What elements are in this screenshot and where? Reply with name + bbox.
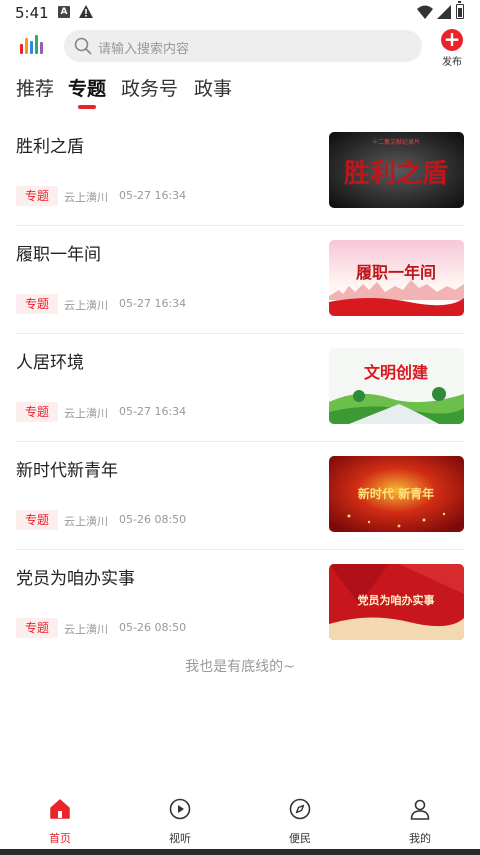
- topic-tag: 专题: [16, 618, 58, 638]
- article-source: 云上潢川: [64, 407, 108, 420]
- nav-home-label: 首页: [49, 832, 71, 845]
- article-title: 新时代新青年: [16, 461, 118, 481]
- article-source: 云上潢川: [64, 191, 108, 204]
- end-of-list-text: 我也是有底线的~: [185, 659, 295, 675]
- play-icon: [169, 798, 191, 820]
- nav-profile[interactable]: 我的: [390, 796, 450, 845]
- home-icon: [50, 799, 70, 819]
- list-item[interactable]: 胜利之盾 专题 云上潢川 05-27 16:34 十二集文献纪录片 胜利之盾: [0, 118, 480, 226]
- article-title: 人居环境: [16, 353, 84, 373]
- nav-media-label: 视听: [169, 832, 191, 845]
- compass-icon: [289, 798, 311, 820]
- article-time: 05-26 08:50: [119, 513, 187, 526]
- thumbnail-text: 党员为咱办实事: [358, 593, 435, 607]
- topic-tag: 专题: [16, 510, 58, 530]
- list-item[interactable]: 履职一年间 专题 云上潢川 05-27 16:34 履职一年间: [0, 226, 480, 334]
- article-time: 05-27 16:34: [119, 405, 187, 418]
- tab-recommend[interactable]: 推荐: [16, 74, 54, 101]
- article-thumbnail[interactable]: 履职一年间: [329, 240, 464, 316]
- category-tabs: 推荐 专题 政务号 政事: [0, 72, 480, 112]
- article-title: 党员为咱办实事: [16, 569, 135, 589]
- article-thumbnail[interactable]: 十二集文献纪录片 胜利之盾: [329, 132, 464, 208]
- thumbnail-text: 胜利之盾: [344, 158, 448, 189]
- article-title: 履职一年间: [16, 245, 101, 265]
- article-source: 云上潢川: [64, 515, 108, 528]
- article-thumbnail[interactable]: 文明创建: [329, 348, 464, 424]
- wifi-icon: [417, 5, 433, 19]
- bottom-navigation: 首页 视听 便民 我的: [0, 790, 480, 846]
- nav-profile-label: 我的: [409, 832, 431, 845]
- signal-icon: [437, 5, 451, 19]
- article-time: 05-27 16:34: [119, 189, 187, 202]
- list-item[interactable]: 人居环境 专题 云上潢川 05-27 16:34 文明创建: [0, 334, 480, 442]
- search-placeholder: 请输入搜索内容: [98, 42, 190, 57]
- article-thumbnail[interactable]: 党员为咱办实事: [329, 564, 464, 640]
- system-home-bar: [0, 849, 480, 855]
- thumbnail-text: 文明创建: [364, 363, 428, 382]
- publish-button[interactable]: + 发布: [437, 29, 467, 69]
- article-thumbnail[interactable]: 新时代 新青年: [329, 456, 464, 532]
- topic-tag: 专题: [16, 402, 58, 422]
- battery-icon: [456, 1, 464, 19]
- active-tab-indicator: [78, 105, 96, 109]
- thumbnail-text: 履职一年间: [356, 263, 436, 282]
- notification-a-icon: A: [58, 6, 70, 18]
- article-time: 05-26 08:50: [119, 621, 187, 634]
- plus-icon: +: [441, 29, 463, 51]
- thumbnail-subtext: 十二集文献纪录片: [372, 138, 420, 146]
- nav-services[interactable]: 便民: [270, 796, 330, 845]
- list-item[interactable]: 党员为咱办实事 专题 云上潢川 05-26 08:50 党员为咱办实事: [0, 550, 480, 658]
- tab-government-accounts[interactable]: 政务号: [121, 74, 178, 101]
- user-icon: [410, 799, 430, 820]
- topic-tag: 专题: [16, 186, 58, 206]
- status-time: 5:41: [15, 4, 49, 22]
- top-bar: 请输入搜索内容 + 发布: [0, 26, 480, 70]
- app-logo[interactable]: [18, 32, 48, 58]
- warning-icon: [79, 5, 93, 18]
- article-source: 云上潢川: [64, 299, 108, 312]
- status-bar: 5:41 A: [0, 0, 480, 26]
- article-title: 胜利之盾: [16, 137, 84, 157]
- thumbnail-text: 新时代 新青年: [358, 486, 434, 501]
- topic-tag: 专题: [16, 294, 58, 314]
- tab-government-affairs[interactable]: 政事: [194, 74, 232, 101]
- nav-media[interactable]: 视听: [150, 796, 210, 845]
- nav-services-label: 便民: [289, 832, 311, 845]
- tab-special-topics[interactable]: 专题: [68, 74, 106, 101]
- search-bar[interactable]: 请输入搜索内容: [64, 30, 422, 62]
- article-source: 云上潢川: [64, 623, 108, 636]
- search-icon: [74, 37, 92, 55]
- list-item[interactable]: 新时代新青年 专题 云上潢川 05-26 08:50 新时代 新青年: [0, 442, 480, 550]
- nav-home[interactable]: 首页: [30, 796, 90, 845]
- publish-label: 发布: [442, 57, 462, 68]
- article-time: 05-27 16:34: [119, 297, 187, 310]
